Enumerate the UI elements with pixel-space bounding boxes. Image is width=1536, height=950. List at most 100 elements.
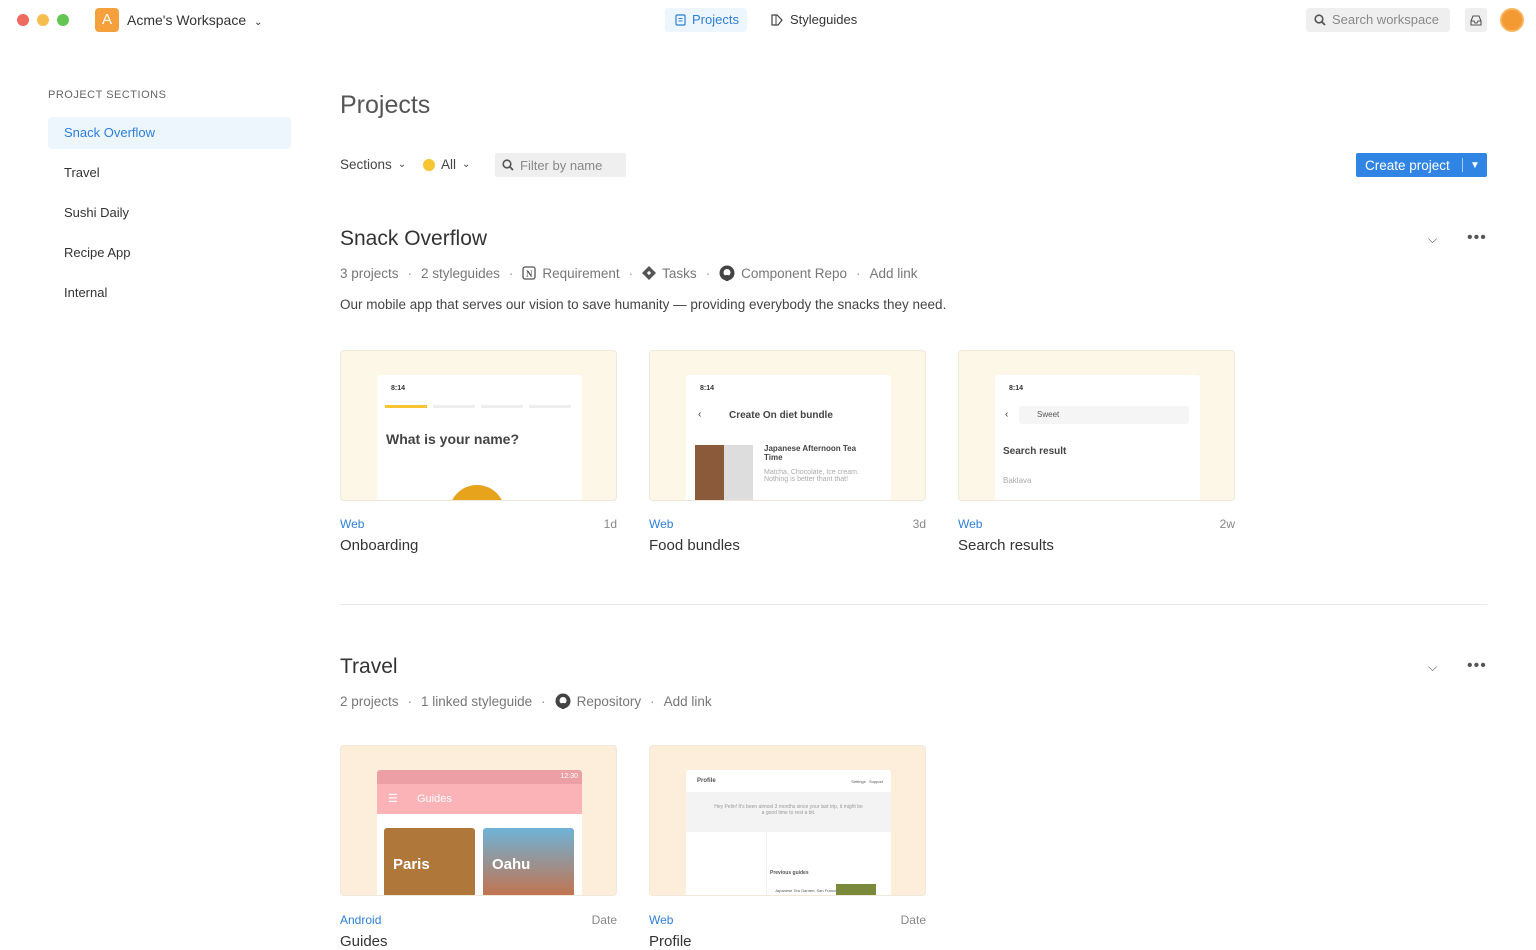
card-name[interactable]: Profile xyxy=(649,933,692,950)
workspace-name: Acme's Workspace xyxy=(127,12,247,28)
search-workspace-input[interactable]: Search workspace xyxy=(1306,8,1450,32)
section-title: Travel xyxy=(340,655,398,678)
tab-label: Styleguides xyxy=(790,12,858,27)
section-meta: 2 projects · 1 linked styleguide · Reposit… xyxy=(340,693,712,709)
preview-heading: What is your name? xyxy=(386,431,520,447)
card-platform: Web xyxy=(649,913,674,927)
preview-tile-oahu: Oahu xyxy=(483,828,574,895)
card-platform: Web xyxy=(340,517,365,531)
window-close-button[interactable] xyxy=(17,14,29,26)
inbox-icon xyxy=(1470,14,1482,26)
section-description: Our mobile app that serves our vision to… xyxy=(340,297,947,312)
card-platform: Android xyxy=(340,913,382,927)
projects-count[interactable]: 2 projects xyxy=(340,694,399,709)
styleguides-count[interactable]: 2 styleguides xyxy=(421,266,500,281)
sections-label: Sections xyxy=(340,157,392,172)
collapse-chevron-icon[interactable]: ⌵ xyxy=(1428,232,1437,247)
preview-heading: Search result xyxy=(1003,446,1067,457)
card-age: 2w xyxy=(1219,517,1235,531)
project-card-guides[interactable]: 12:30 Guides ☰ Paris Oahu xyxy=(340,745,617,896)
card-platform: Web xyxy=(649,517,674,531)
status-dot xyxy=(423,158,435,171)
window-minimize-button[interactable] xyxy=(37,14,49,26)
link-requirement[interactable]: N Requirement xyxy=(522,266,620,281)
sidebar-heading: PROJECT SECTIONS xyxy=(48,89,167,101)
inbox-button[interactable] xyxy=(1465,8,1487,32)
github-icon xyxy=(555,693,571,709)
project-card-onboarding[interactable]: 8:14 What is your name? xyxy=(340,350,617,501)
tab-styleguides[interactable]: Styleguides xyxy=(761,8,865,32)
link-tasks[interactable]: Tasks xyxy=(642,266,697,281)
card-name[interactable]: Guides xyxy=(340,933,388,950)
status-dropdown[interactable]: All ⌄ xyxy=(423,157,470,172)
tab-projects[interactable]: Projects xyxy=(665,8,747,32)
status-time: 8:14 xyxy=(700,385,715,392)
add-link[interactable]: Add link xyxy=(869,266,917,281)
filter-by-name-input[interactable]: Filter by name xyxy=(495,153,626,177)
link-component-repo[interactable]: Component Repo xyxy=(719,265,847,281)
sidebar-item-internal[interactable]: Internal xyxy=(48,277,291,309)
sidebar-item-sushi-daily[interactable]: Sushi Daily xyxy=(48,197,291,229)
workspace-switcher[interactable]: Acme's Workspace ⌄ xyxy=(127,12,262,28)
filter-placeholder: Filter by name xyxy=(520,157,603,173)
github-icon xyxy=(719,265,735,281)
chevron-down-icon: ⌄ xyxy=(397,159,407,170)
card-name[interactable]: Search results xyxy=(958,537,1054,554)
preview-heading: Guides xyxy=(417,793,452,805)
notion-icon: N xyxy=(522,266,536,280)
user-avatar[interactable] xyxy=(1500,8,1524,32)
preview-heading: Profile xyxy=(697,778,716,784)
more-options-icon[interactable]: ••• xyxy=(1467,657,1487,675)
chevron-down-icon[interactable]: ▼ xyxy=(1463,160,1487,171)
preview-item-title: Japanese Afternoon Tea Time xyxy=(764,444,857,462)
page-title: Projects xyxy=(340,91,431,119)
workspace-icon[interactable]: A xyxy=(95,8,119,32)
project-card-search-results[interactable]: 8:14 ‹ Sweet Search result Baklava xyxy=(958,350,1235,501)
styleguides-count[interactable]: 1 linked styleguide xyxy=(421,694,532,709)
card-platform: Web xyxy=(958,517,983,531)
projects-count[interactable]: 3 projects xyxy=(340,266,399,281)
create-project-label: Create project xyxy=(1365,157,1450,173)
preview-message: Hey Pelin! It's been almost 3 months sin… xyxy=(686,792,891,832)
status-time: 12:30 xyxy=(377,770,582,784)
add-link[interactable]: Add link xyxy=(664,694,712,709)
sections-dropdown[interactable]: Sections ⌄ xyxy=(340,157,406,172)
preview-subheading: Previous guides xyxy=(770,870,809,876)
sidebar-item-recipe-app[interactable]: Recipe App xyxy=(48,237,291,269)
svg-text:N: N xyxy=(526,269,533,279)
link-repository[interactable]: Repository xyxy=(555,693,641,709)
menu-icon: ☰ xyxy=(388,793,398,805)
section-meta: 3 projects · 2 styleguides · N Requirement ·… xyxy=(340,265,918,281)
card-name[interactable]: Food bundles xyxy=(649,537,740,554)
card-age: 1d xyxy=(603,517,617,531)
search-icon xyxy=(502,159,514,171)
preview-result: Baklava xyxy=(1003,476,1032,485)
create-project-button[interactable]: Create project ▼ xyxy=(1356,153,1487,177)
project-card-profile[interactable]: Profile Settings Support Hey Pelin! It's… xyxy=(649,745,926,896)
section-title: Snack Overflow xyxy=(340,227,488,250)
preview-tile-paris: Paris xyxy=(384,828,475,895)
tab-label: Projects xyxy=(692,12,739,27)
search-icon xyxy=(1314,14,1326,26)
styleguide-icon xyxy=(771,14,783,26)
diamond-icon xyxy=(642,266,657,280)
search-placeholder: Search workspace xyxy=(1332,12,1439,27)
more-options-icon[interactable]: ••• xyxy=(1467,229,1487,247)
project-card-food-bundles[interactable]: 8:14 ‹ Create On diet bundle Japanese Af… xyxy=(649,350,926,501)
card-age: Date xyxy=(900,913,926,927)
collapse-chevron-icon[interactable]: ⌵ xyxy=(1428,660,1437,675)
sidebar-item-travel[interactable]: Travel xyxy=(48,157,291,189)
card-age: 3d xyxy=(912,517,926,531)
status-time: 8:14 xyxy=(1009,385,1024,392)
preview-heading: Create On diet bundle xyxy=(729,410,833,421)
section-divider xyxy=(340,604,1487,605)
chevron-down-icon: ⌄ xyxy=(254,17,263,28)
preview-guide: Japanese Tea Garden, San Francisco xyxy=(775,888,843,893)
card-age: Date xyxy=(591,913,617,927)
window-maximize-button[interactable] xyxy=(57,14,69,26)
chevron-down-icon: ⌄ xyxy=(462,159,471,170)
card-name[interactable]: Onboarding xyxy=(340,537,418,554)
status-label: All xyxy=(441,157,457,172)
status-time: 8:14 xyxy=(391,385,406,392)
sidebar-item-snack-overflow[interactable]: Snack Overflow xyxy=(48,117,291,149)
